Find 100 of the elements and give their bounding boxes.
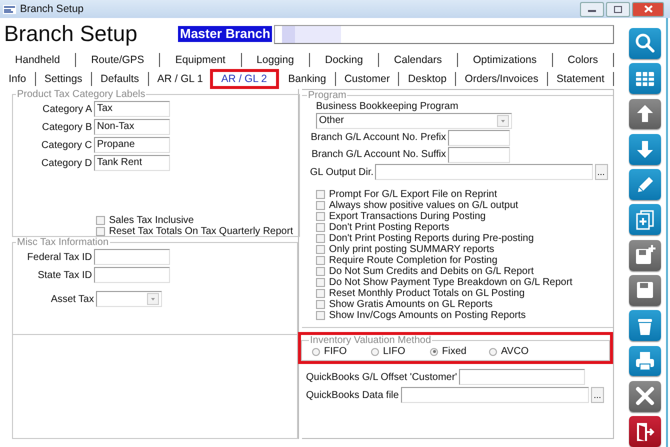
- field-label: Asset Tax: [50, 294, 95, 304]
- tab[interactable]: Orders/Invoices: [456, 72, 548, 86]
- text-field[interactable]: [448, 146, 510, 162]
- tab[interactable]: Banking: [280, 72, 336, 86]
- text-field[interactable]: Non-Tax: [94, 119, 170, 135]
- checkbox-label: Do Not Show Payment Type Breakdown on G/L Report: [329, 277, 572, 288]
- checkbox-label: Show Gratis Amounts on GL Reports: [329, 299, 493, 310]
- checkbox-label: Show Inv/Cogs Amounts on Posting Reports: [329, 310, 526, 321]
- tab[interactable]: Logging: [242, 52, 310, 66]
- radio-button[interactable]: [371, 348, 379, 356]
- text-field[interactable]: [448, 130, 510, 146]
- trash-button[interactable]: [629, 310, 661, 342]
- radio-label: AVCO: [501, 346, 529, 357]
- close-icon: [644, 5, 652, 13]
- close-button[interactable]: [632, 2, 664, 16]
- browse-button[interactable]: ...: [590, 387, 604, 403]
- checkbox[interactable]: [96, 227, 105, 236]
- tab[interactable]: Defaults: [92, 72, 149, 86]
- checkbox-label: Sales Tax Inclusive: [109, 215, 194, 226]
- field-label: State Tax ID: [36, 270, 93, 280]
- field-label: QuickBooks Data file: [306, 390, 400, 400]
- radio-button[interactable]: [489, 348, 497, 356]
- checkbox-label: Don't Print Posting Reports during Pre-posting: [329, 233, 534, 244]
- exit-door-icon: [634, 420, 656, 443]
- tab[interactable]: Route/GPS: [76, 52, 160, 66]
- text-field[interactable]: Tank Rent: [94, 155, 170, 171]
- branch-field[interactable]: [274, 24, 614, 44]
- new-document-button[interactable]: [629, 204, 661, 236]
- text-field[interactable]: [94, 267, 170, 283]
- printer-icon: [634, 350, 656, 372]
- tab[interactable]: Statement: [548, 72, 614, 86]
- tab[interactable]: Optimizations: [458, 52, 553, 66]
- tab[interactable]: Settings: [36, 72, 92, 86]
- text-field[interactable]: Propane: [94, 137, 170, 153]
- checkbox-label: Don't Print Posting Reports: [329, 222, 450, 233]
- checkbox[interactable]: [316, 201, 325, 210]
- grid-button[interactable]: [629, 63, 661, 94]
- page-title: Branch Setup: [4, 21, 138, 47]
- browse-button[interactable]: ...: [594, 164, 608, 180]
- tab[interactable]: Colors: [552, 52, 614, 66]
- field-label: QuickBooks G/L Offset 'Customer': [306, 372, 458, 382]
- branch-name: Master Branch: [178, 26, 272, 42]
- tab[interactable]: Docking: [310, 52, 379, 66]
- field-label: Category A: [42, 104, 93, 114]
- checkbox[interactable]: [316, 278, 325, 287]
- radio-label: FIFO: [324, 346, 347, 357]
- new-document-icon: [634, 208, 656, 231]
- field-label: Category D: [40, 158, 93, 168]
- checkbox[interactable]: [316, 212, 325, 221]
- checkbox[interactable]: [316, 256, 325, 265]
- checkbox[interactable]: [316, 223, 325, 232]
- text-field[interactable]: Tax: [94, 101, 170, 117]
- checkbox[interactable]: [316, 311, 325, 320]
- dropdown[interactable]: Other: [316, 113, 512, 129]
- field-label: Category C: [40, 140, 93, 150]
- tab[interactable]: Equipment: [160, 52, 242, 66]
- radio-button[interactable]: [430, 348, 438, 356]
- tab[interactable]: AR / GL 1: [148, 72, 213, 86]
- group-title: Misc Tax Information: [16, 237, 110, 248]
- dropdown-value: Other: [319, 114, 344, 128]
- maximize-button[interactable]: [606, 2, 630, 16]
- text-field[interactable]: [374, 164, 593, 180]
- pencil-button[interactable]: [629, 169, 661, 200]
- checkbox[interactable]: [316, 267, 325, 276]
- checkbox[interactable]: [96, 216, 105, 225]
- tab[interactable]: Desktop: [399, 72, 456, 86]
- tab[interactable]: Info: [0, 72, 36, 86]
- checkbox[interactable]: [316, 300, 325, 309]
- checkbox-label: Export Transactions During Posting: [329, 211, 486, 222]
- window-title: Branch Setup: [20, 3, 85, 15]
- dropdown[interactable]: [96, 291, 162, 307]
- radio-button[interactable]: [312, 348, 320, 356]
- checkbox[interactable]: [316, 289, 325, 298]
- checkbox[interactable]: [316, 245, 325, 254]
- checkbox[interactable]: [316, 234, 325, 243]
- tab[interactable]: Handheld: [0, 52, 76, 66]
- checkbox-label: Only print posting SUMMARY reports: [329, 244, 494, 255]
- minimize-button[interactable]: [580, 2, 604, 16]
- checkbox-label: Prompt For G/L Export File on Reprint: [329, 189, 498, 200]
- group-title: Inventory Valuation Method: [309, 335, 432, 346]
- field-label: GL Output Dir.: [310, 166, 374, 178]
- field-label: Federal Tax ID: [26, 252, 93, 262]
- down-arrow-button[interactable]: [629, 134, 661, 165]
- checkbox-label: Do Not Sum Credits and Debits on G/L Report: [329, 266, 534, 277]
- exit-door-button[interactable]: [629, 416, 661, 447]
- field-label: Branch G/L Account No. Prefix: [310, 132, 447, 143]
- checkbox-label: Require Route Completion for Posting: [329, 255, 498, 266]
- search-button[interactable]: [629, 28, 661, 59]
- checkbox-label: Reset Tax Totals On Tax Quarterly Report: [109, 226, 293, 237]
- checkbox-label: Reset Monthly Product Totals on GL Posting: [329, 288, 525, 299]
- printer-button[interactable]: [629, 346, 661, 376]
- text-field[interactable]: [459, 369, 586, 385]
- app-icon: [3, 4, 16, 14]
- checkbox[interactable]: [316, 190, 325, 199]
- save-plus-icon: [634, 244, 656, 266]
- tab[interactable]: Calendars: [378, 52, 458, 66]
- text-field[interactable]: [94, 249, 170, 265]
- text-field[interactable]: [400, 387, 589, 403]
- maximize-icon: [614, 6, 622, 12]
- tab[interactable]: Customer: [336, 72, 400, 86]
